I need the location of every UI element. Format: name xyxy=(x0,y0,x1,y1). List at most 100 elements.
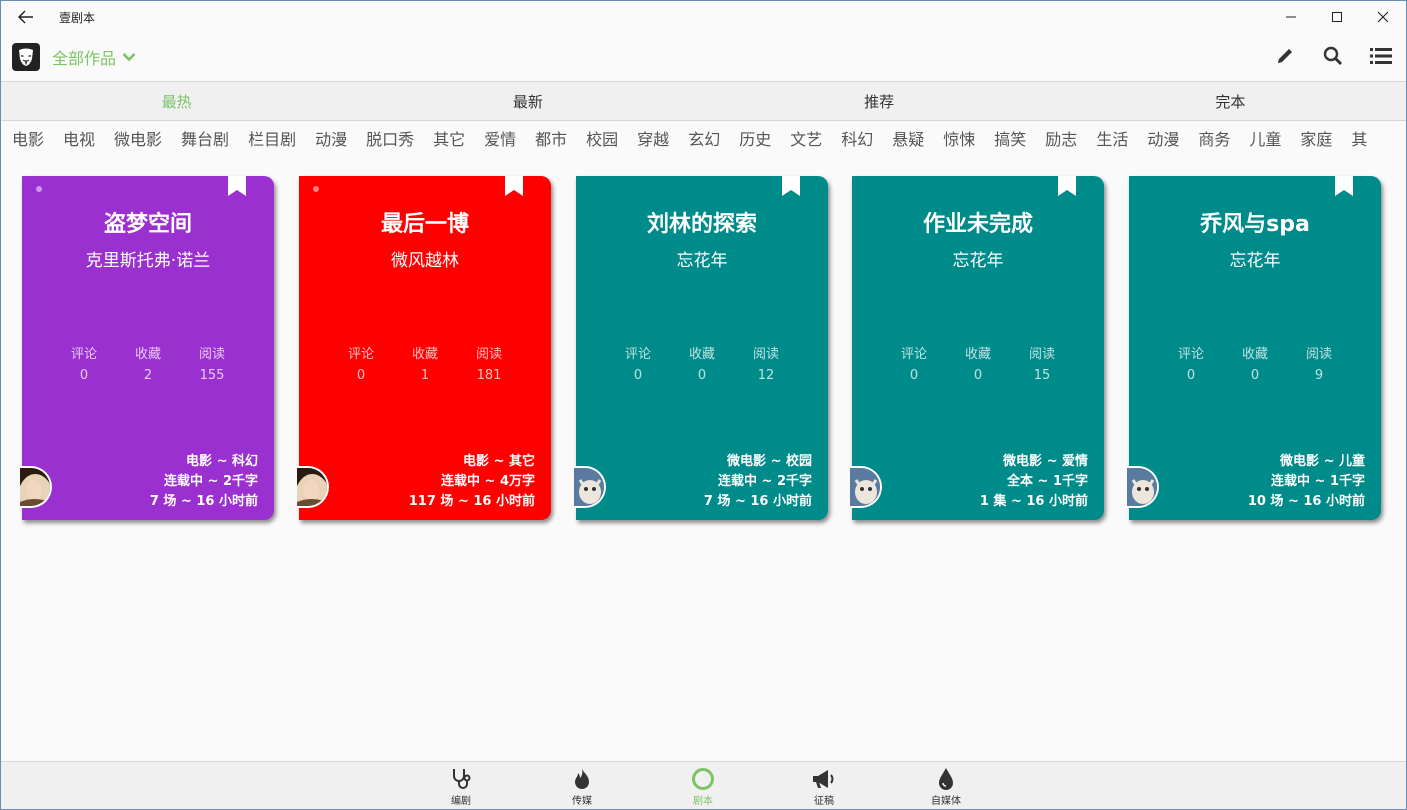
back-button[interactable] xyxy=(1,1,51,33)
toolbar-actions xyxy=(1270,41,1396,71)
card-title: 刘林的探索 xyxy=(646,212,757,237)
card-meta: 电影 ~ 科幻 连载中 ~ 2千字 7 场 ~ 16 小时前 xyxy=(150,452,258,512)
category-item[interactable]: 惊悚 xyxy=(933,126,984,150)
author-avatar[interactable] xyxy=(297,466,329,508)
category-item[interactable]: 动漫 xyxy=(1137,126,1188,150)
category-item[interactable]: 文艺 xyxy=(780,126,831,150)
category-item[interactable]: 儿童 xyxy=(1239,126,1290,150)
nav-label: 编剧 xyxy=(451,796,471,807)
title-bar: 壹剧本 xyxy=(1,1,1406,33)
script-card-grid: 盗梦空间 克里斯托弗·诺兰 评论 0 收藏 2 阅读 155 电影 ~ 科幻 连载中 … xyxy=(20,176,1392,521)
bookmark-icon[interactable] xyxy=(1058,176,1076,196)
list-icon xyxy=(1370,48,1392,64)
stat-label: 收藏 xyxy=(688,347,715,362)
tab-newest[interactable]: 最新 xyxy=(352,82,703,120)
script-card[interactable]: 作业未完成 忘花年 评论 0 收藏 0 阅读 15 微电影 ~ 爱情 全本 ~ 1千字… xyxy=(850,176,1104,520)
card-stats: 评论 0 收藏 0 阅读 9 xyxy=(1129,343,1381,383)
nav-item-scripts[interactable]: 剧本 xyxy=(673,766,733,807)
stat-value: 15 xyxy=(1033,368,1051,383)
stat-label: 评论 xyxy=(900,347,927,362)
category-item[interactable]: 其它 xyxy=(423,126,474,150)
category-item[interactable]: 电影 xyxy=(1,126,53,150)
stat-value: 9 xyxy=(1314,368,1324,383)
nav-item-self-media[interactable]: 自媒体 xyxy=(916,766,976,807)
category-item[interactable]: 动漫 xyxy=(305,126,356,150)
stat-value: 1 xyxy=(420,368,430,383)
stat-favorites: 收藏 0 xyxy=(670,343,734,383)
category-item[interactable]: 玄幻 xyxy=(678,126,729,150)
category-item[interactable]: 商务 xyxy=(1188,126,1239,150)
nav-label: 自媒体 xyxy=(931,796,961,807)
stat-value: 0 xyxy=(356,368,366,383)
card-stats: 评论 0 收藏 1 阅读 181 xyxy=(299,343,551,383)
card-title: 盗梦空间 xyxy=(103,212,192,237)
minimize-button[interactable] xyxy=(1268,1,1314,33)
tab-hottest[interactable]: 最热 xyxy=(1,82,352,120)
card-author: 忘花年 xyxy=(676,251,728,271)
card-scenes: 7 场 ~ 16 小时前 xyxy=(703,494,812,509)
category-item[interactable]: 历史 xyxy=(729,126,780,150)
category-item[interactable]: 电视 xyxy=(53,126,104,150)
card-title: 作业未完成 xyxy=(922,212,1033,237)
stat-reads: 阅读 155 xyxy=(180,343,244,383)
card-author: 微风越林 xyxy=(391,251,459,271)
author-avatar[interactable] xyxy=(20,466,52,508)
stat-favorites: 收藏 0 xyxy=(1223,343,1287,383)
list-button[interactable] xyxy=(1366,41,1396,71)
category-item[interactable]: 悬疑 xyxy=(882,126,933,150)
card-author: 忘花年 xyxy=(952,251,1004,271)
script-card[interactable]: 刘林的探索 忘花年 评论 0 收藏 0 阅读 12 微电影 ~ 校园 连载中 ~ 2千… xyxy=(574,176,828,520)
script-card[interactable]: 最后一博 微风越林 评论 0 收藏 1 阅读 181 电影 ~ 其它 连载中 ~ 4万… xyxy=(297,176,551,520)
category-item[interactable]: 家庭 xyxy=(1290,126,1341,150)
category-item[interactable]: 科幻 xyxy=(831,126,882,150)
author-avatar[interactable] xyxy=(574,466,606,508)
works-filter-dropdown[interactable]: 全部作品 xyxy=(52,45,136,69)
stat-label: 阅读 xyxy=(1028,347,1055,362)
card-stats: 评论 0 收藏 0 阅读 12 xyxy=(576,343,828,383)
search-icon xyxy=(1323,46,1343,66)
category-item[interactable]: 脱口秀 xyxy=(356,126,423,150)
stat-label: 收藏 xyxy=(1241,347,1268,362)
bookmark-icon[interactable] xyxy=(782,176,800,196)
script-card[interactable]: 盗梦空间 克里斯托弗·诺兰 评论 0 收藏 2 阅读 155 电影 ~ 科幻 连载中 … xyxy=(20,176,274,520)
stat-reads: 阅读 12 xyxy=(734,343,798,383)
unread-dot xyxy=(36,186,42,192)
search-button[interactable] xyxy=(1318,41,1348,71)
category-item[interactable]: 搞笑 xyxy=(984,126,1035,150)
nav-item-screenwriter[interactable]: 编剧 xyxy=(431,766,491,807)
stat-value: 0 xyxy=(973,368,983,383)
category-item[interactable]: 穿越 xyxy=(627,126,678,150)
category-item[interactable]: 生活 xyxy=(1086,126,1137,150)
bookmark-icon[interactable] xyxy=(228,176,246,196)
author-avatar[interactable] xyxy=(1127,466,1159,508)
category-item[interactable]: 爱情 xyxy=(474,126,525,150)
category-item[interactable]: 校园 xyxy=(576,126,627,150)
circle-icon xyxy=(692,768,714,790)
close-button[interactable] xyxy=(1360,1,1406,33)
bookmark-icon[interactable] xyxy=(1335,176,1353,196)
category-item[interactable]: 舞台剧 xyxy=(171,126,238,150)
tab-completed[interactable]: 完本 xyxy=(1055,82,1406,120)
category-item[interactable]: 都市 xyxy=(525,126,576,150)
tab-recommended[interactable]: 推荐 xyxy=(704,82,1055,120)
bookmark-icon[interactable] xyxy=(505,176,523,196)
maximize-button[interactable] xyxy=(1314,1,1360,33)
card-author: 忘花年 xyxy=(1229,251,1281,271)
edit-button[interactable] xyxy=(1270,41,1300,71)
category-bar: 电影 电视 微电影 舞台剧 栏目剧 动漫 脱口秀 其它 爱情 都市 校园 穿越 … xyxy=(1,121,1406,155)
category-item[interactable]: 栏目剧 xyxy=(238,126,305,150)
nav-item-media[interactable]: 传媒 xyxy=(552,766,612,807)
category-item[interactable]: 励志 xyxy=(1035,126,1086,150)
author-avatar[interactable] xyxy=(850,466,882,508)
nav-item-submissions[interactable]: 征稿 xyxy=(794,766,854,807)
card-title: 最后一博 xyxy=(380,212,469,237)
card-genre: 电影 ~ 科幻 xyxy=(186,454,258,469)
category-item[interactable]: 微电影 xyxy=(104,126,171,150)
stat-label: 收藏 xyxy=(964,347,991,362)
script-card[interactable]: 乔风与spa 忘花年 评论 0 收藏 0 阅读 9 微电影 ~ 儿童 连载中 ~ 1千… xyxy=(1127,176,1381,520)
stat-label: 阅读 xyxy=(198,347,225,362)
category-item[interactable]: 其 xyxy=(1341,126,1376,150)
card-genre: 微电影 ~ 儿童 xyxy=(1280,454,1365,469)
drop-icon xyxy=(939,768,953,790)
stat-comments: 评论 0 xyxy=(329,343,393,383)
